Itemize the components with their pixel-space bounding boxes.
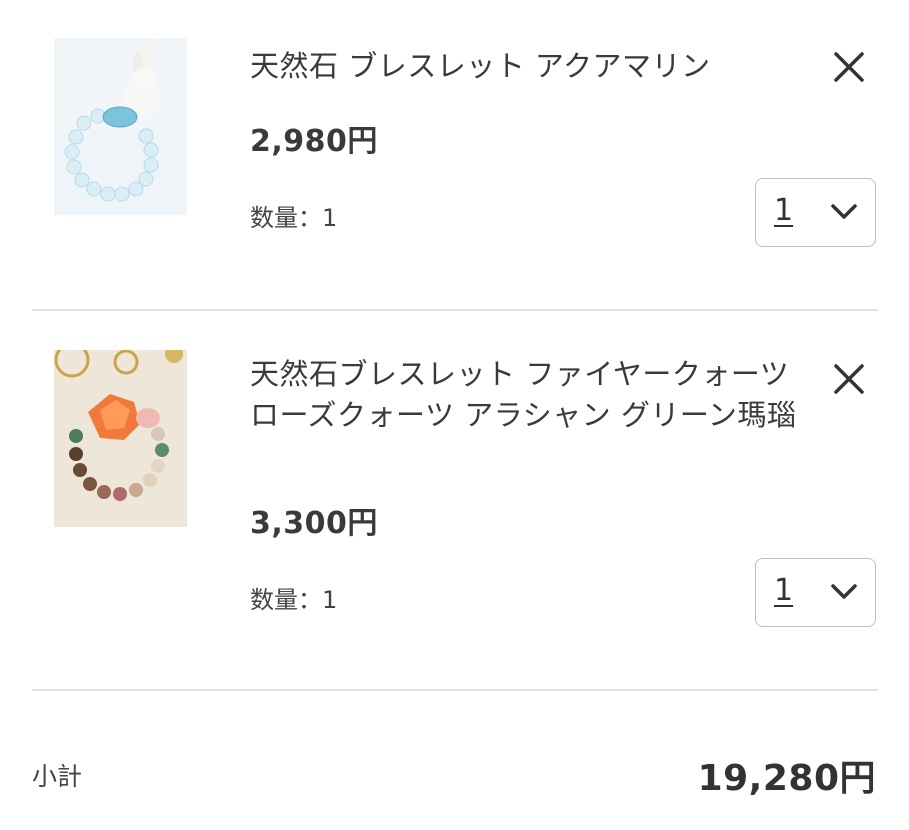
close-icon	[834, 364, 864, 394]
divider	[32, 689, 878, 691]
product-image[interactable]	[54, 350, 187, 527]
quantity-select[interactable]: 1	[755, 558, 876, 627]
subtotal-label: 小計	[32, 762, 83, 791]
quantity-select-value: 1	[774, 573, 794, 608]
product-price: 3,300円	[250, 506, 378, 541]
product-name[interactable]: 天然石 ブレスレット アクアマリン	[250, 46, 810, 87]
chevron-down-icon	[831, 584, 857, 599]
quantity-label: 数量：1	[250, 204, 338, 232]
cart-item: 天然石ブレスレット ファイヤークォーツ ローズクォーツ アラシャン グリーン瑪瑙…	[0, 310, 909, 690]
quantity-select[interactable]: 1	[755, 178, 876, 247]
product-price: 2,980円	[250, 124, 378, 159]
remove-item-button[interactable]	[828, 46, 870, 88]
remove-item-button[interactable]	[828, 358, 870, 400]
product-name[interactable]: 天然石ブレスレット ファイヤークォーツ ローズクォーツ アラシャン グリーン瑪瑙	[250, 354, 810, 436]
product-image[interactable]	[54, 38, 187, 215]
aquamarine-bracelet-photo	[54, 38, 187, 215]
quantity-label: 数量：1	[250, 586, 338, 614]
chevron-down-icon	[831, 204, 857, 219]
subtotal-value: 19,280円	[697, 758, 876, 799]
cart-item: 天然石 ブレスレット アクアマリン 2,980円 数量：1 1	[0, 0, 909, 310]
fire-quartz-bracelet-photo	[54, 350, 187, 527]
close-icon	[834, 52, 864, 82]
quantity-select-value: 1	[774, 193, 794, 228]
